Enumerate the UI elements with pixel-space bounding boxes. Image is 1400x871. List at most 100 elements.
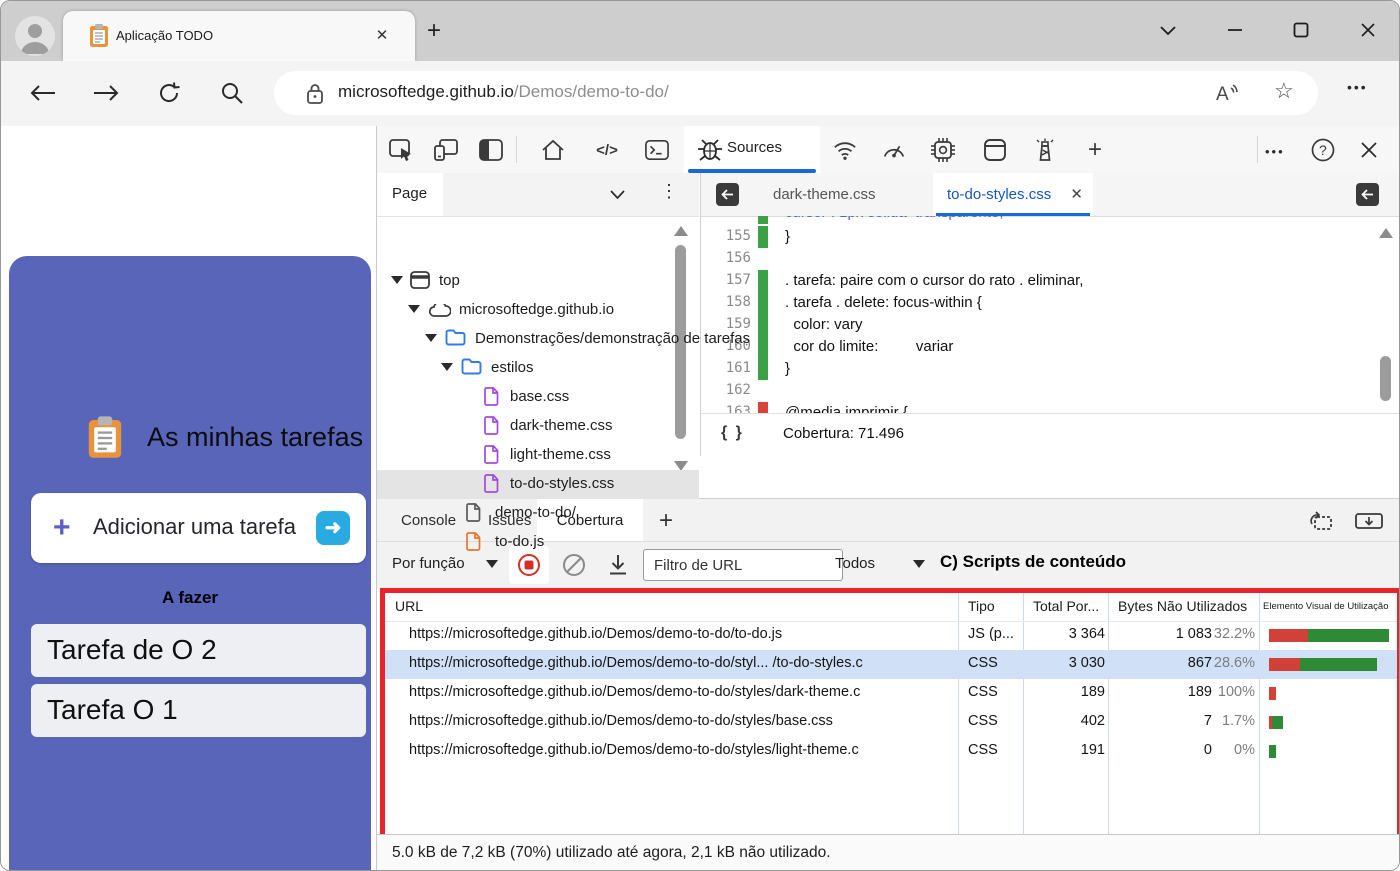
devtools-panel: </> Sources + ••• ? Page ⋮ top microsoft…: [376, 126, 1399, 870]
coverage-table: URL Tipo Total Por... Bytes Não Utilizad…: [380, 588, 1399, 844]
editor-tab-dark-theme[interactable]: dark-theme.css: [751, 173, 898, 216]
screenshot: Aplicação TODO ✕ + microsoftedge.github.…: [0, 0, 1400, 871]
tab-actions-chevron-icon[interactable]: [1153, 15, 1183, 45]
navigator-kebab-menu-icon[interactable]: ⋮: [660, 181, 678, 202]
css-file-icon: [484, 416, 499, 435]
todo-app-title: As minhas tarefas: [147, 422, 364, 452]
console-panel-icon[interactable]: [645, 138, 669, 162]
navigator-tab-page[interactable]: Page: [377, 173, 443, 216]
table-row[interactable]: https://microsoftedge.github.io/Demos/de…: [385, 708, 1397, 737]
profile-avatar[interactable]: [15, 16, 55, 56]
tree-item-file[interactable]: base.css: [377, 383, 699, 412]
usage-visual-bar: [1269, 687, 1276, 700]
device-emulation-icon[interactable]: [434, 138, 458, 162]
tree-scroll-up-icon[interactable]: [674, 226, 688, 236]
performance-gauge-icon[interactable]: [882, 138, 906, 162]
url-field[interactable]: microsoftedge.github.io/Demos/demo-to-do…: [274, 71, 1318, 115]
svg-text:A: A: [1216, 84, 1229, 105]
help-icon[interactable]: ?: [1311, 138, 1335, 162]
table-header: URL Tipo Total Por... Bytes Não Utilizad…: [385, 593, 1397, 622]
table-row[interactable]: https://microsoftedge.github.io/Demos/de…: [385, 621, 1397, 650]
code-line: 159 color: vary: [701, 314, 1399, 336]
browser-tab[interactable]: Aplicação TODO ✕: [63, 11, 415, 61]
task-item[interactable]: Tarefa O 1: [31, 684, 366, 737]
editor-status-bar: { } Cobertura: 71.496: [701, 413, 1399, 457]
col-unused[interactable]: Bytes Não Utilizados: [1118, 598, 1247, 614]
chevron-down-icon: [913, 560, 925, 568]
elements-panel-icon[interactable]: </>: [595, 138, 619, 162]
new-tab-button[interactable]: +: [421, 19, 447, 45]
content-scripts-label[interactable]: C) Scripts de conteúdo: [940, 552, 1126, 572]
sources-tab-label: Sources: [727, 139, 783, 156]
search-icon[interactable]: [214, 75, 250, 111]
tree-item-top[interactable]: top: [377, 267, 699, 296]
read-aloud-icon[interactable]: A: [1214, 79, 1244, 107]
editor-pane: dark-theme.css to-do-styles.css ✕ 154cur…: [700, 173, 1399, 457]
minimize-button[interactable]: [1220, 15, 1250, 45]
code-line: 162: [725, 382, 751, 398]
close-window-button[interactable]: [1353, 15, 1383, 45]
tab-close-icon[interactable]: ✕: [1070, 185, 1083, 203]
col-visual[interactable]: Elemento Visual de Utilização: [1263, 601, 1389, 612]
close-devtools-icon[interactable]: [1357, 138, 1381, 162]
collapse-drawer-icon[interactable]: [1355, 510, 1383, 532]
application-panel-icon[interactable]: [983, 138, 1007, 162]
col-type[interactable]: Tipo: [968, 598, 995, 614]
col-total[interactable]: Total Por...: [1033, 598, 1099, 614]
add-task-button[interactable]: + Adicionar uma tarefa ➜: [31, 493, 366, 563]
page-content: As minhas tarefas + Adicionar uma tarefa…: [1, 126, 376, 870]
coverage-type-select[interactable]: Todos: [835, 555, 875, 572]
editor-scrollbar-thumb[interactable]: [1380, 356, 1391, 401]
svg-text:?: ?: [1319, 142, 1327, 158]
code-line: 161}: [701, 358, 1399, 380]
tree-item-folder[interactable]: estilos: [377, 354, 699, 383]
dock-side-icon[interactable]: [1307, 510, 1333, 532]
usage-visual-bar: [1269, 629, 1389, 642]
devtools-menu-icon[interactable]: •••: [1265, 144, 1285, 159]
navigator-chevron-down-icon[interactable]: [610, 190, 625, 199]
tree-item-file-selected[interactable]: to-do-styles.css: [377, 470, 699, 499]
back-icon[interactable]: [25, 75, 61, 111]
editor-tab-to-do-styles[interactable]: to-do-styles.css ✕: [933, 173, 1093, 216]
usage-visual-bar: [1269, 745, 1276, 758]
cloud-icon: [429, 304, 451, 317]
code-editor[interactable]: 154cursor : 1px sólida transparente; 155…: [701, 216, 1399, 413]
welcome-home-icon[interactable]: [541, 138, 565, 162]
navigator-header: Page ⋮: [377, 173, 699, 217]
tree-item-file[interactable]: light-theme.css: [377, 441, 699, 470]
format-braces-icon[interactable]: { }: [721, 424, 744, 442]
layout-panel-icon[interactable]: [479, 138, 503, 162]
tree-item-file[interactable]: demo-to-do/: [377, 499, 699, 528]
inspect-icon[interactable]: [389, 138, 413, 162]
tree-item-folder[interactable]: Demonstrações/demonstração de tarefas: [377, 325, 750, 354]
table-row[interactable]: https://microsoftedge.github.io/Demos/de…: [385, 737, 1397, 766]
table-row-selected[interactable]: https://microsoftedge.github.io/Demos/de…: [385, 650, 1397, 679]
show-sidebar-icon[interactable]: [1355, 182, 1380, 207]
browser-menu-icon[interactable]: •••: [1347, 79, 1368, 95]
forward-icon[interactable]: [88, 75, 124, 111]
coverage-summary-bar: 5.0 kB de 7,2 kB (70%) utilizado até ago…: [377, 834, 1399, 870]
col-url[interactable]: URL: [395, 598, 423, 614]
refresh-icon[interactable]: [151, 75, 187, 111]
maximize-button[interactable]: [1286, 15, 1316, 45]
folder-icon: [461, 358, 482, 375]
show-navigator-icon[interactable]: [715, 182, 740, 207]
memory-chip-icon[interactable]: [931, 138, 955, 162]
submit-arrow-button[interactable]: ➜: [316, 511, 350, 545]
coverage-scope-select[interactable]: Por função: [392, 555, 465, 572]
code-line: 156: [725, 250, 751, 266]
tree-item-file[interactable]: dark-theme.css: [377, 412, 699, 441]
more-panels-plus-icon[interactable]: +: [1083, 136, 1107, 163]
lighthouse-icon[interactable]: [1033, 138, 1057, 162]
favorites-star-icon[interactable]: ☆: [1274, 78, 1294, 104]
network-wifi-icon[interactable]: [833, 138, 857, 162]
tab-close-icon[interactable]: ✕: [371, 25, 393, 47]
frame-icon: [410, 271, 430, 289]
task-item[interactable]: Tarefa de O 2: [31, 624, 366, 677]
editor-scroll-up-icon[interactable]: [1379, 228, 1393, 238]
table-row[interactable]: https://microsoftedge.github.io/Demos/de…: [385, 679, 1397, 708]
clipboard-icon: [90, 24, 108, 47]
tree-item-domain[interactable]: microsoftedge.github.io: [377, 296, 699, 325]
tree-item-file[interactable]: to-do.js: [377, 528, 699, 557]
tab-sources[interactable]: Sources: [684, 126, 820, 173]
